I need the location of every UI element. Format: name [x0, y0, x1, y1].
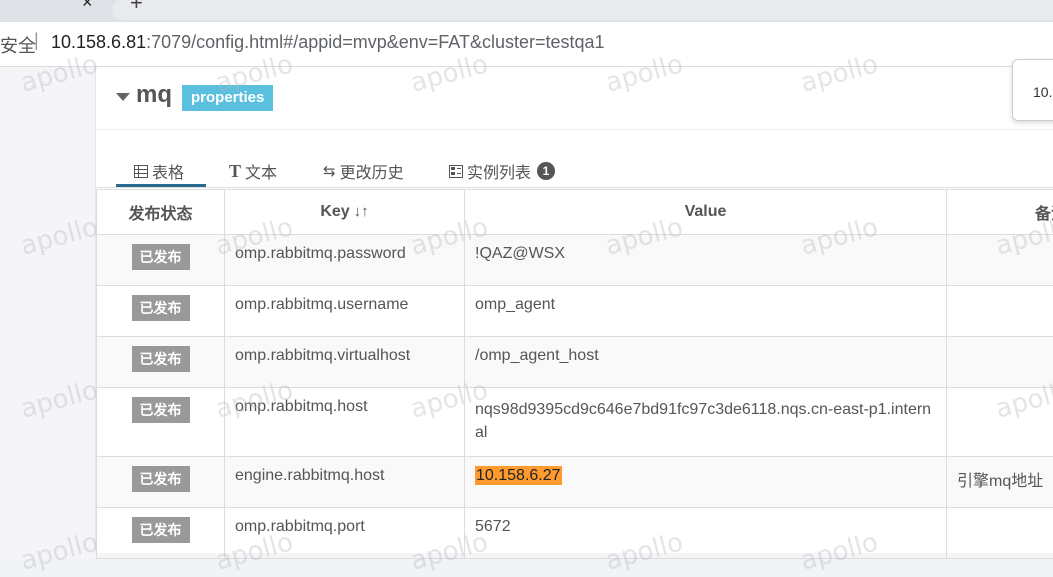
- tab-instances[interactable]: 实例列表 1: [449, 159, 555, 183]
- row-key: omp.rabbitmq.virtualhost: [225, 337, 465, 388]
- address-bar[interactable]: 安全 | 10.158.6.81:7079/config.html#/appid…: [0, 22, 1053, 67]
- row-comment: [947, 337, 1053, 388]
- status-badge: 已发布: [132, 295, 190, 321]
- sort-icon[interactable]: ↓↑: [354, 203, 369, 220]
- row-key: engine.rabbitmq.host: [225, 457, 465, 508]
- table-row[interactable]: 已发布 omp.rabbitmq.port 5672: [97, 508, 1053, 559]
- url-text[interactable]: 10.158.6.81:7079/config.html#/appid=mvp&…: [51, 32, 605, 53]
- url-path: :7079/config.html#/appid=mvp&env=FAT&clu…: [146, 32, 604, 52]
- watermark: apollo: [17, 527, 101, 576]
- table-row[interactable]: 已发布 engine.rabbitmq.host 10.158.6.27 引擎m…: [97, 457, 1053, 508]
- tab-text-label: 文本: [245, 159, 277, 183]
- table-header-row: 发布状态 Key ↓↑ Value 备注: [97, 190, 1053, 235]
- row-value: omp_agent: [465, 286, 947, 337]
- tab-instances-label: 实例列表: [467, 159, 531, 183]
- table-icon: [134, 165, 148, 178]
- namespace-name: mq: [136, 81, 172, 109]
- row-key: omp.rabbitmq.username: [225, 286, 465, 337]
- row-value: !QAZ@WSX: [465, 235, 947, 286]
- tab-history-label: 更改历史: [340, 159, 404, 183]
- config-table: 发布状态 Key ↓↑ Value 备注 已发布 omp.rabbitmq.pas…: [96, 189, 1053, 559]
- tab-table-label: 表格: [152, 159, 184, 183]
- table-row[interactable]: 已发布 omp.rabbitmq.virtualhost /omp_agent_…: [97, 337, 1053, 388]
- row-key: omp.rabbitmq.password: [225, 235, 465, 286]
- close-tab-icon[interactable]: ×: [82, 0, 93, 13]
- page-content: mq properties 10. 表格 T 文本 ⇆ 更改历史 实例列表 1: [0, 67, 1053, 559]
- format-badge: properties: [182, 85, 273, 111]
- header-key-label: Key: [320, 203, 349, 220]
- row-comment: [947, 235, 1053, 286]
- row-key: omp.rabbitmq.port: [225, 508, 465, 559]
- header-comment: 备注: [947, 190, 1053, 235]
- status-badge: 已发布: [132, 517, 190, 543]
- watermark: apollo: [17, 212, 101, 261]
- row-value-highlighted: 10.158.6.27: [475, 466, 562, 485]
- row-value: 5672: [465, 508, 947, 559]
- namespace-panel: mq properties 10. 表格 T 文本 ⇆ 更改历史 实例列表 1: [95, 67, 1053, 553]
- table-row[interactable]: 已发布 omp.rabbitmq.username omp_agent: [97, 286, 1053, 337]
- tab-history[interactable]: ⇆ 更改历史: [323, 159, 404, 183]
- instance-icon: [449, 165, 463, 178]
- header-status: 发布状态: [97, 190, 225, 235]
- security-label[interactable]: 安全: [0, 32, 36, 58]
- row-key: omp.rabbitmq.host: [225, 388, 465, 457]
- tooltip-popover: 10.: [1012, 59, 1053, 121]
- namespace-header: mq properties: [96, 67, 1053, 130]
- row-value-cell: 10.158.6.27: [465, 457, 947, 508]
- tab-table[interactable]: 表格: [134, 159, 184, 183]
- row-comment: [947, 286, 1053, 337]
- new-tab-area: +: [112, 0, 1053, 20]
- tab-text[interactable]: T 文本: [229, 159, 277, 183]
- collapse-caret-icon[interactable]: [116, 93, 130, 101]
- address-separator: |: [34, 30, 39, 51]
- row-comment: [947, 508, 1053, 559]
- table-row[interactable]: 已发布 omp.rabbitmq.password !QAZ@WSX: [97, 235, 1053, 286]
- status-badge: 已发布: [132, 466, 190, 492]
- row-value: /omp_agent_host: [465, 337, 947, 388]
- header-key[interactable]: Key ↓↑: [225, 190, 465, 235]
- header-value: Value: [465, 190, 947, 235]
- history-icon: ⇆: [323, 162, 336, 180]
- text-icon: T: [229, 161, 241, 182]
- watermark: apollo: [17, 375, 101, 424]
- row-value: nqs98d9395cd9c646e7bd91fc97c3de6118.nqs.…: [465, 388, 947, 457]
- status-badge: 已发布: [132, 244, 190, 270]
- browser-tabstrip: × +: [0, 0, 1053, 22]
- instance-count-badge: 1: [537, 162, 555, 180]
- new-tab-icon[interactable]: +: [130, 0, 143, 16]
- row-comment: [947, 388, 1053, 457]
- url-host: 10.158.6.81: [51, 32, 146, 52]
- status-badge: 已发布: [132, 397, 190, 423]
- active-tab-indicator: [116, 184, 206, 187]
- row-comment: 引擎mq地址: [947, 457, 1053, 508]
- tooltip-text: 10.: [1033, 84, 1052, 100]
- table-row[interactable]: 已发布 omp.rabbitmq.host nqs98d9395cd9c646e…: [97, 388, 1053, 457]
- status-badge: 已发布: [132, 346, 190, 372]
- view-tabs: 表格 T 文本 ⇆ 更改历史 实例列表 1: [96, 147, 1053, 188]
